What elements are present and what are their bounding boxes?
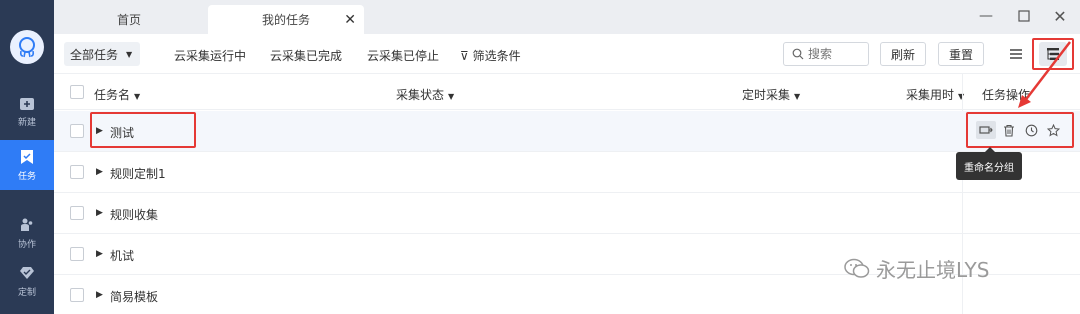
watermark: 永无止境LYS — [844, 254, 989, 283]
wechat-icon — [844, 258, 870, 278]
tooltip: 重命名分组 — [956, 147, 1022, 180]
row-checkbox[interactable] — [70, 247, 84, 261]
octopus-logo-icon — [19, 37, 35, 58]
search-box[interactable] — [783, 42, 869, 66]
sidebar-item-task[interactable]: 任务 — [0, 140, 54, 190]
window-close-icon[interactable]: ✕ — [1052, 7, 1068, 26]
tab-bar: 首页 我的任务 ✕ — ✕ — [54, 0, 1080, 34]
row-checkbox[interactable] — [70, 165, 84, 179]
caret-down-icon: ▼ — [126, 49, 133, 59]
table-row[interactable]: ▶ 测试 — [54, 111, 1080, 152]
watermark-text: 永无止境LYS — [876, 258, 990, 282]
expand-triangle-icon[interactable]: ▶ — [96, 208, 103, 218]
bookmark-icon — [21, 149, 33, 164]
rename-group-icon[interactable] — [976, 121, 996, 139]
plus-box-icon — [20, 97, 34, 110]
star-icon[interactable] — [1044, 121, 1062, 139]
filter-cloud-completed[interactable]: 云采集已完成 — [270, 47, 342, 64]
expand-triangle-icon[interactable]: ▶ — [96, 290, 103, 300]
tab-home[interactable]: 首页 — [84, 5, 174, 34]
toolbar: 全部任务 ▼ 云采集运行中 云采集已完成 云采集已停止 ⊽ 筛选条件 刷新 重置 — [54, 34, 1080, 74]
search-icon — [792, 48, 804, 60]
column-header-name[interactable]: 任务名 ▼ — [94, 86, 140, 103]
column-header-duration[interactable]: 采集用时▼ — [906, 86, 964, 103]
tab-my-tasks[interactable]: 我的任务 ✕ — [208, 5, 364, 34]
expand-triangle-icon[interactable]: ▶ — [96, 167, 103, 177]
search-input[interactable] — [808, 47, 864, 61]
column-header-label: 任务名 — [94, 88, 131, 102]
trash-icon[interactable] — [1000, 121, 1018, 139]
row-name: 规则收集 — [110, 208, 159, 222]
sidebar-item-label: 定制 — [17, 287, 36, 298]
column-header-status[interactable]: 采集状态 ▼ — [396, 86, 454, 103]
row-name: 规则定制1 — [110, 167, 166, 181]
maximize-icon[interactable] — [1016, 8, 1032, 24]
minimize-icon[interactable]: — — [978, 8, 994, 24]
column-header-label: 采集用时 — [906, 88, 955, 102]
caret-down-icon: ▼ — [134, 92, 141, 101]
table-row[interactable]: ▶ 规则收集 — [54, 193, 1080, 234]
expand-triangle-icon[interactable]: ▶ — [96, 249, 103, 259]
filter-cloud-stopped[interactable]: 云采集已停止 — [367, 47, 439, 64]
column-header-label: 定时采集 — [742, 88, 791, 102]
column-header-label: 采集状态 — [396, 88, 445, 102]
annotation-arrow-icon — [1018, 41, 1071, 108]
table-row[interactable]: ▶ 规则定制1 — [54, 152, 1080, 193]
funnel-icon: ⊽ — [460, 49, 469, 63]
row-name: 简易模板 — [110, 290, 159, 304]
filter-conditions-label: 筛选条件 — [472, 49, 521, 63]
people-icon — [21, 218, 33, 231]
main-panel: 首页 我的任务 ✕ — ✕ 全部任务 ▼ 云采集运行中 云采集已完成 云采集已停… — [54, 0, 1080, 314]
sidebar-item-label: 协作 — [17, 239, 36, 250]
sidebar-item-custom[interactable]: 定制 — [0, 256, 54, 306]
table-header: 任务名▼ 采集状态▼ 定时采集▼ 采集用时▼ 任务操作 — [54, 74, 1080, 110]
highlight-box — [90, 112, 196, 148]
row-name: 机试 — [110, 249, 135, 263]
clock-icon[interactable] — [1022, 121, 1040, 139]
tab-label: 我的任务 — [261, 13, 310, 27]
diamond-icon — [20, 266, 34, 279]
sidebar-item-collab[interactable]: 协作 — [0, 208, 54, 258]
row-checkbox[interactable] — [70, 206, 84, 220]
sidebar-item-label: 新建 — [17, 117, 36, 128]
task-scope-dropdown[interactable]: 全部任务 ▼ — [64, 42, 140, 66]
select-all-checkbox[interactable] — [70, 85, 84, 99]
filter-cloud-running[interactable]: 云采集运行中 — [174, 47, 246, 64]
dropdown-value: 全部任务 — [70, 47, 119, 62]
filter-conditions[interactable]: ⊽ 筛选条件 — [460, 47, 521, 64]
caret-down-icon: ▼ — [794, 92, 801, 101]
sidebar-item-label: 任务 — [17, 171, 36, 182]
sidebar: 新建 任务 协作 定制 — [0, 0, 54, 314]
row-checkbox[interactable] — [70, 124, 84, 138]
refresh-button[interactable]: 刷新 — [880, 42, 926, 66]
sidebar-item-new[interactable]: 新建 — [0, 86, 54, 136]
caret-down-icon: ▼ — [448, 92, 455, 101]
close-icon[interactable]: ✕ — [344, 12, 356, 28]
row-operations — [966, 112, 1074, 148]
reset-button[interactable]: 重置 — [938, 42, 984, 66]
column-header-timer[interactable]: 定时采集 ▼ — [742, 86, 800, 103]
row-checkbox[interactable] — [70, 288, 84, 302]
app-logo[interactable] — [10, 30, 44, 64]
